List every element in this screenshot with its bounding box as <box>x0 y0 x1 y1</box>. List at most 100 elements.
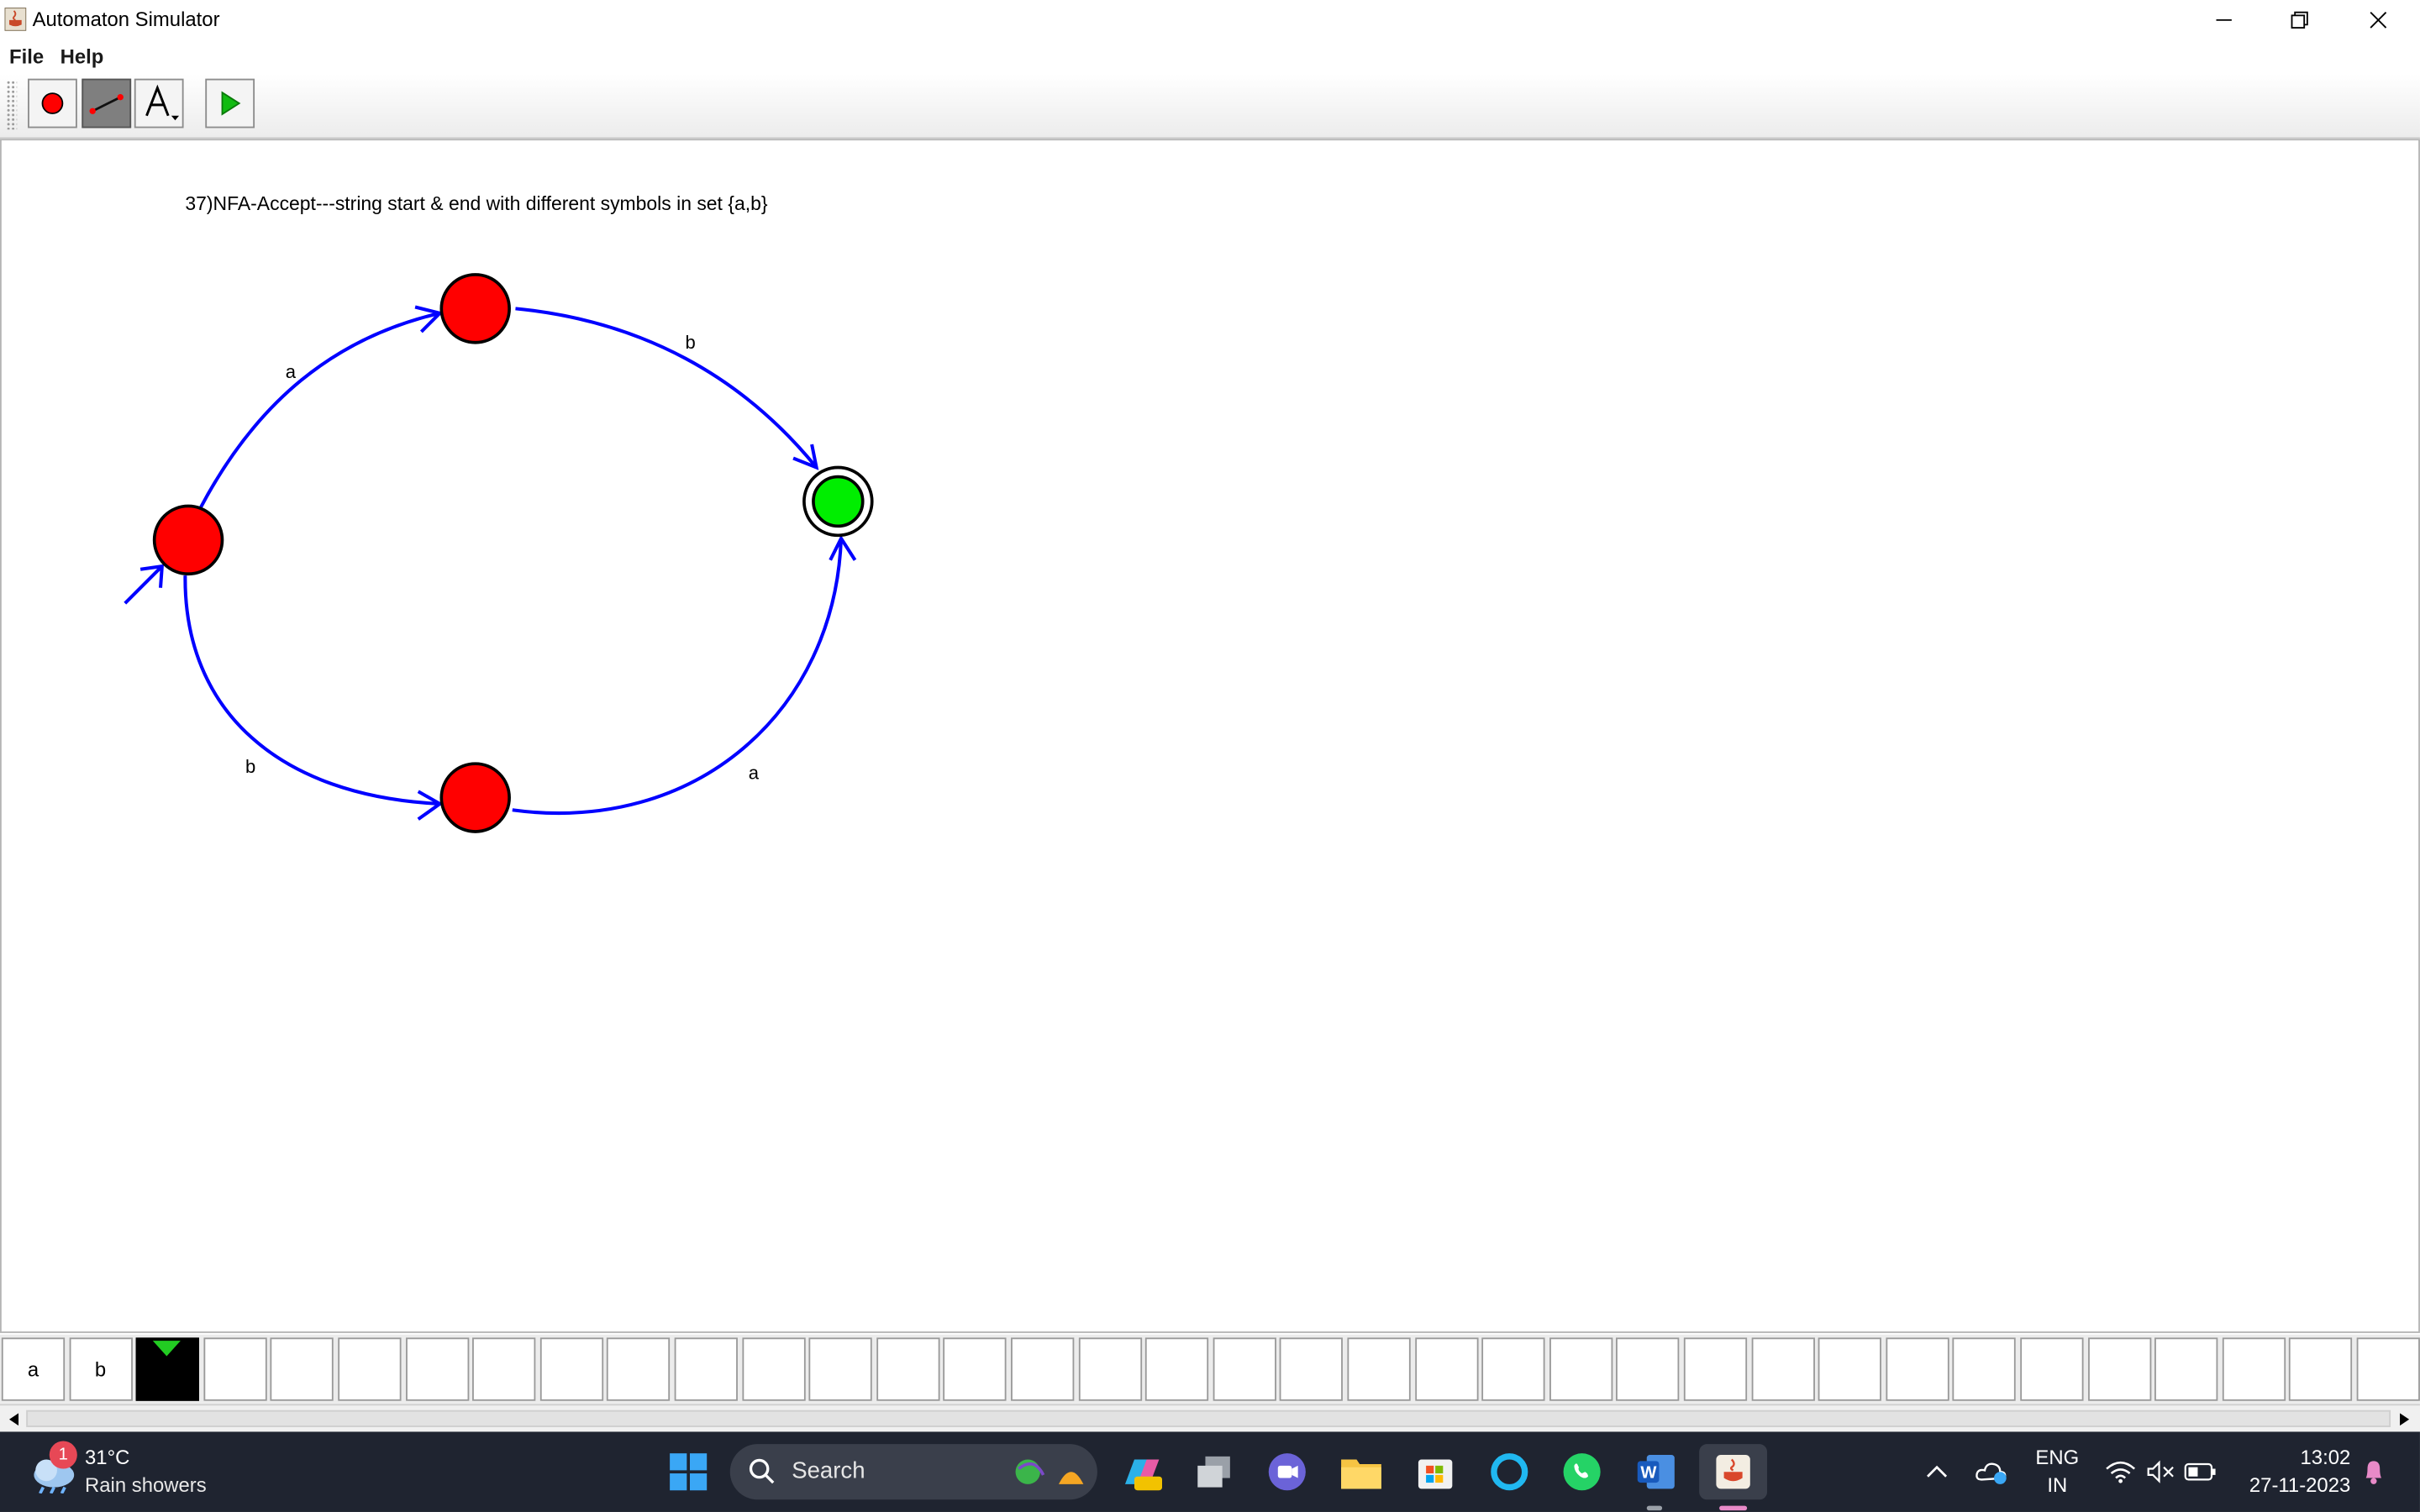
horizontal-scrollbar[interactable] <box>0 1404 2420 1432</box>
restore-icon <box>2291 11 2308 29</box>
state-q3[interactable] <box>439 762 511 833</box>
clock-time[interactable]: 13:02 <box>2245 1446 2351 1469</box>
menu-file[interactable]: File <box>9 45 44 68</box>
scrollbar-thumb[interactable] <box>26 1410 2391 1427</box>
tape-cell <box>741 1337 806 1401</box>
java-cup-icon <box>1716 1455 1750 1489</box>
menu-help[interactable]: Help <box>60 45 104 68</box>
taskbar-search[interactable]: Search <box>729 1444 1097 1500</box>
show-hidden-icons-button[interactable] <box>1914 1444 1960 1499</box>
tape-cell <box>607 1337 671 1401</box>
file-explorer-icon[interactable] <box>1334 1444 1389 1499</box>
transition-q1-q2[interactable] <box>515 307 818 469</box>
transition-q0-q1[interactable] <box>198 311 440 509</box>
language-line1[interactable]: ENG <box>2031 1446 2083 1469</box>
close-button[interactable] <box>2341 0 2415 40</box>
java-app-taskbar-icon[interactable] <box>1699 1444 1768 1500</box>
word-glyph-icon: W <box>1637 1455 1675 1489</box>
tape-cell <box>1953 1337 2017 1401</box>
tape-cell <box>203 1337 267 1401</box>
windows-taskbar: 1 31°C Rain showers Search W ENG IN 13:0… <box>0 1431 2420 1512</box>
clock-date[interactable]: 27-11-2023 <box>2236 1473 2350 1497</box>
restore-button[interactable] <box>2263 0 2337 40</box>
text-tool-button[interactable] <box>134 78 184 129</box>
minimize-button[interactable] <box>2187 0 2261 40</box>
microsoft-store-icon[interactable] <box>1407 1444 1463 1499</box>
language-line2[interactable]: IN <box>2031 1473 2083 1497</box>
wifi-icon[interactable] <box>2102 1444 2139 1499</box>
java-active-indicator <box>1719 1505 1748 1511</box>
triangle-right-icon <box>2399 1412 2409 1425</box>
toolbar-grip[interactable] <box>6 80 18 130</box>
tape-cell <box>876 1337 940 1401</box>
java-app-icon <box>4 8 27 31</box>
cortana-icon[interactable] <box>1481 1444 1537 1499</box>
transition-q0-q3[interactable] <box>183 575 440 806</box>
task-view-glyph-icon <box>1197 1456 1230 1488</box>
arrowhead-q0-q3 <box>417 790 444 821</box>
title-bar: Automaton Simulator <box>0 0 2420 40</box>
arrow-line-icon <box>89 94 124 114</box>
transition-label-q0-q3: b <box>245 756 255 777</box>
tape-cell <box>2222 1337 2286 1401</box>
automaton-canvas[interactable]: 37)NFA-Accept---string start & end with … <box>0 139 2420 1333</box>
task-view-icon[interactable] <box>1186 1444 1242 1499</box>
tape-cell <box>1213 1337 1276 1401</box>
onedrive-icon[interactable] <box>1970 1444 2016 1499</box>
tape-cell <box>2087 1337 2151 1401</box>
speaker-mute-icon <box>2147 1460 2174 1483</box>
battery-glyph-icon <box>2184 1462 2216 1481</box>
tape-cell <box>539 1337 603 1401</box>
weather-temperature: 31°C <box>85 1445 130 1469</box>
start-button[interactable] <box>660 1444 716 1499</box>
tape-cell <box>1481 1337 1545 1401</box>
weather-condition: Rain showers <box>85 1473 207 1497</box>
copilot-taskbar-icon[interactable] <box>1113 1444 1168 1499</box>
triangle-left-icon <box>8 1412 18 1425</box>
tape-cell <box>1549 1337 1612 1401</box>
tape-head-indicator <box>136 1337 199 1359</box>
teams-chat-icon[interactable] <box>1260 1444 1315 1499</box>
word-running-indicator <box>1646 1505 1663 1511</box>
search-label: Search <box>792 1457 865 1484</box>
cloud-sync-icon <box>1975 1462 2007 1484</box>
transition-q3-q2[interactable] <box>512 538 844 815</box>
scroll-left-button[interactable] <box>0 1405 26 1431</box>
window-title: Automaton Simulator <box>32 8 220 31</box>
whatsapp-glyph-icon <box>1563 1453 1601 1491</box>
transition-label-q3-q2: a <box>749 763 760 784</box>
search-icon <box>749 1458 775 1484</box>
word-icon[interactable]: W <box>1628 1444 1684 1499</box>
svg-text:W: W <box>1640 1464 1657 1483</box>
tape-cell <box>1886 1337 1949 1401</box>
tape-cell <box>1818 1337 1882 1401</box>
volume-muted-icon[interactable] <box>2142 1444 2179 1499</box>
chat-camera-icon <box>1268 1453 1306 1491</box>
state-q2-accepting[interactable] <box>802 465 874 538</box>
tape-cell <box>1280 1337 1344 1401</box>
automaton-diagram: 37)NFA-Accept---string start & end with … <box>124 192 874 833</box>
transition-tool-button[interactable] <box>82 78 132 129</box>
wifi-glyph-icon <box>2106 1461 2136 1483</box>
battery-icon[interactable] <box>2182 1444 2219 1499</box>
state-q0[interactable] <box>152 504 224 576</box>
scroll-right-button[interactable] <box>2391 1405 2417 1431</box>
green-play-icon <box>221 91 241 116</box>
state-q1[interactable] <box>439 273 511 344</box>
tape-cell <box>1683 1337 1748 1401</box>
tape-cell <box>2154 1337 2218 1401</box>
tape-cell <box>1414 1337 1478 1401</box>
notification-bell-icon[interactable] <box>2355 1444 2392 1499</box>
run-tool-button[interactable] <box>205 78 255 129</box>
minimize-icon <box>2216 18 2232 21</box>
bell-glyph-icon <box>2365 1461 2382 1484</box>
folder-icon <box>1341 1459 1381 1489</box>
arrowhead-q3-q2 <box>829 534 857 561</box>
transition-label-q0-q1: a <box>286 361 297 382</box>
tape-cell <box>808 1337 873 1401</box>
chevron-up-icon <box>1927 1465 1948 1478</box>
canvas-caption: 37)NFA-Accept---string start & end with … <box>185 192 767 214</box>
state-tool-button[interactable] <box>28 78 77 129</box>
tape-cell <box>1078 1337 1142 1401</box>
whatsapp-icon[interactable] <box>1555 1444 1610 1499</box>
